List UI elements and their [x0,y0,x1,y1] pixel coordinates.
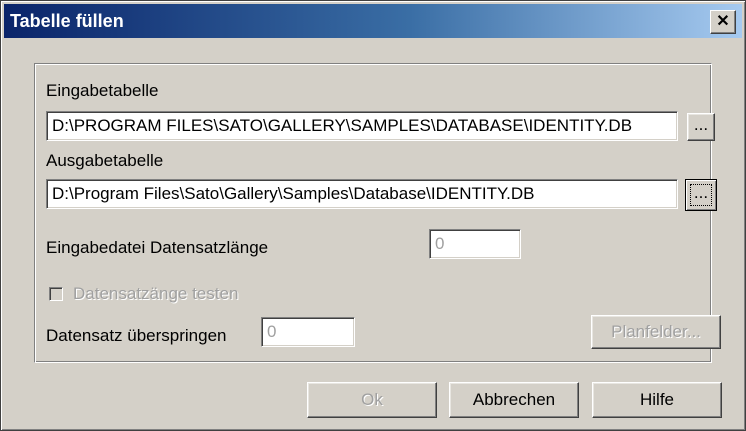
input-table-field[interactable]: D:\PROGRAM FILES\SATO\GALLERY\SAMPLES\DA… [46,111,678,141]
title-bar[interactable]: Tabelle füllen ✕ [4,4,742,38]
skip-records-label: Datensatz überspringen [46,326,227,345]
output-table-label: Ausgabetabelle [46,151,164,170]
cancel-button[interactable]: Abbrechen [449,382,579,418]
input-table-browse-button[interactable]: ... [687,113,715,141]
input-table-label: Eingabetabelle [46,81,159,100]
close-button[interactable]: ✕ [710,10,736,34]
output-table-browse-button[interactable]: ... [685,179,717,211]
record-length-field[interactable]: 0 [429,229,521,259]
record-length-label: Eingabedatei Datensatzlänge [46,238,269,257]
close-icon: ✕ [716,13,730,30]
fill-table-dialog: Tabelle füllen ✕ Eingabetabelle D:\PROGR… [0,0,746,431]
output-table-field[interactable]: D:\Program Files\Sato\Gallery\Samples\Da… [46,179,678,209]
test-record-length-label: Datensatzänge testen [73,284,239,303]
plan-fields-button[interactable]: Planfelder... [591,315,721,349]
help-button[interactable]: Hilfe [592,382,722,418]
test-record-length-checkbox[interactable] [49,287,63,301]
dialog-title: Tabelle füllen [10,11,124,31]
ok-button[interactable]: Ok [307,382,437,418]
skip-records-field[interactable]: 0 [261,317,355,347]
